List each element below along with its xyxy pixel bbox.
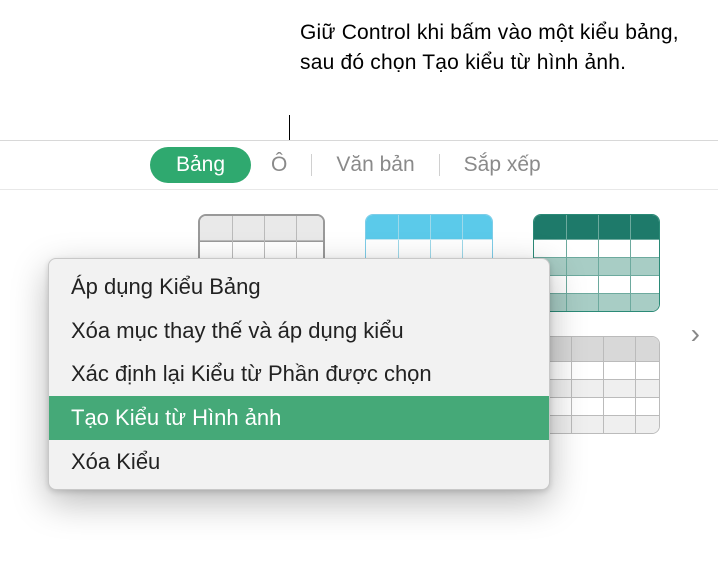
style-preview-grid (534, 215, 659, 311)
table-style-context-menu: Áp dụng Kiểu Bảng Xóa mục thay thế và áp… (48, 258, 550, 490)
menu-redefine-style[interactable]: Xác định lại Kiểu từ Phần được chọn (49, 352, 549, 396)
menu-apply-style[interactable]: Áp dụng Kiểu Bảng (49, 265, 549, 309)
tab-cell[interactable]: Ô (251, 147, 307, 183)
menu-delete-style[interactable]: Xóa Kiểu (49, 440, 549, 484)
tab-divider (439, 154, 440, 176)
table-style-gray-striped[interactable] (538, 336, 660, 434)
tab-arrange[interactable]: Sắp xếp (444, 147, 561, 183)
menu-clear-override-apply[interactable]: Xóa mục thay thế và áp dụng kiểu (49, 309, 549, 353)
tab-text[interactable]: Văn bản (316, 147, 434, 183)
table-style-teal[interactable] (533, 214, 660, 312)
style-preview-grid (539, 337, 659, 433)
tab-table[interactable]: Bảng (150, 147, 251, 183)
format-tabs: Bảng Ô Văn bản Sắp xếp (0, 141, 718, 189)
tab-divider (311, 154, 312, 176)
menu-create-style-from-image[interactable]: Tạo Kiểu từ Hình ảnh (49, 396, 549, 440)
next-page-chevron-icon[interactable]: › (691, 318, 700, 350)
callout-text: Giữ Control khi bấm vào một kiểu bảng, s… (300, 18, 718, 79)
